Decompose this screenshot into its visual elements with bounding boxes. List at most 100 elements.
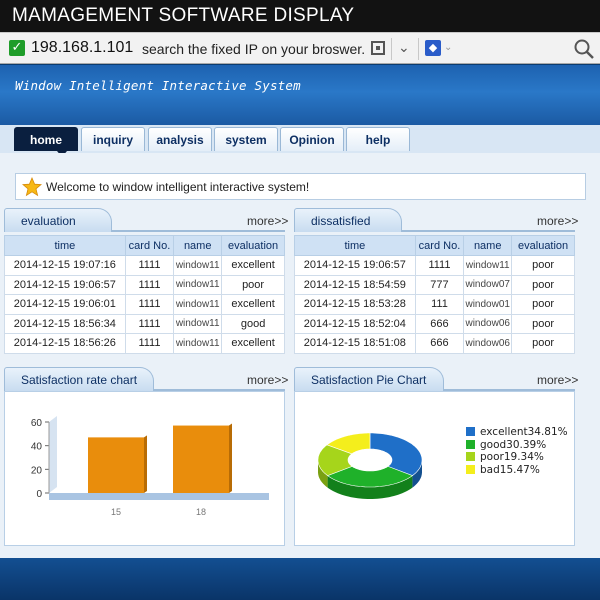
tab-opinion[interactable]: Opinion xyxy=(280,127,344,151)
column-header-evaluation[interactable]: evaluation xyxy=(221,235,285,256)
cell-time: 2014-12-15 19:06:01 xyxy=(4,294,126,315)
legend-swatch xyxy=(466,464,475,474)
cell-name: window11 xyxy=(173,294,223,315)
cell-evaluation: excellent xyxy=(221,294,285,315)
table-row[interactable]: 2014-12-15 19:06:57 1111 window11 poor xyxy=(294,255,575,276)
column-header-evaluation[interactable]: evaluation xyxy=(511,235,575,256)
column-header-time[interactable]: time xyxy=(294,235,416,256)
cell-evaluation: poor xyxy=(511,274,575,295)
cell-name: window06 xyxy=(463,313,513,334)
pie-chart-more-link[interactable]: more>> xyxy=(537,373,578,387)
column-header-time[interactable]: time xyxy=(4,235,126,256)
star-icon xyxy=(22,177,42,197)
chevron-down-icon[interactable]: ⌄ xyxy=(398,40,410,56)
cell-card-no: 111 xyxy=(414,294,465,315)
y-tick-label: 20 xyxy=(31,465,43,476)
dissatisfied-table: time card No. name evaluation 2014-12-15… xyxy=(294,235,575,354)
tab-home[interactable]: home xyxy=(14,127,78,157)
pie-legend: excellent34.81% good30.39% poor19.34% bad15… xyxy=(466,426,568,476)
tab-inquiry[interactable]: inquiry xyxy=(81,127,145,151)
cell-name: window11 xyxy=(173,333,223,354)
table-row[interactable]: 2014-12-15 18:56:26 1111 window11 excell… xyxy=(4,333,285,354)
evaluation-panel-title: evaluation xyxy=(4,208,112,232)
title-bar: MAMAGEMENT SOFTWARE DISPLAY xyxy=(0,0,600,32)
pie-chart-panel-title: Satisfaction Pie Chart xyxy=(294,367,444,391)
table-row[interactable]: 2014-12-15 18:56:34 1111 window11 good xyxy=(4,313,285,334)
tab-help[interactable]: help xyxy=(346,127,410,151)
address-divider xyxy=(418,38,419,60)
table-row[interactable]: 2014-12-15 18:51:08 666 window06 poor xyxy=(294,333,575,354)
cell-card-no: 1111 xyxy=(124,255,175,276)
legend-item: good30.39% xyxy=(466,439,568,452)
cell-card-no: 1111 xyxy=(124,313,175,334)
chart-wall xyxy=(49,416,57,493)
legend-label: excellent34.81% xyxy=(480,426,568,438)
cell-time: 2014-12-15 19:06:57 xyxy=(4,274,126,295)
cell-card-no: 1111 xyxy=(124,333,175,354)
cell-time: 2014-12-15 18:53:28 xyxy=(294,294,416,315)
cell-evaluation: poor xyxy=(221,274,285,295)
legend-item: poor19.34% xyxy=(466,451,568,464)
address-bar[interactable]: ✓ 198.168.1.101 search the fixed IP on y… xyxy=(0,32,600,64)
bar xyxy=(88,437,144,493)
url-hint-text: search the fixed IP on your broswer. xyxy=(142,41,366,57)
table-row[interactable]: 2014-12-15 18:54:59 777 window07 poor xyxy=(294,274,575,295)
evaluation-more-link[interactable]: more>> xyxy=(247,214,288,228)
pie-chart-panel-header: Satisfaction Pie Chart more>> xyxy=(294,367,578,391)
y-tick-label: 60 xyxy=(31,418,43,429)
column-header-card-no[interactable]: card No. xyxy=(414,235,465,256)
chart-floor xyxy=(49,493,269,500)
chevron-down-icon[interactable]: ⌄ xyxy=(444,42,452,53)
evaluation-table: time card No. name evaluation 2014-12-15… xyxy=(4,235,285,354)
welcome-banner: Welcome to window intelligent interactiv… xyxy=(15,173,586,200)
cell-card-no: 1111 xyxy=(124,274,175,295)
footer-band xyxy=(0,558,600,600)
cell-time: 2014-12-15 18:56:26 xyxy=(4,333,126,354)
cell-evaluation: good xyxy=(221,313,285,334)
paw-icon[interactable]: ◆ xyxy=(425,40,441,56)
cell-card-no: 1111 xyxy=(124,294,175,315)
cell-name: window11 xyxy=(173,255,223,276)
legend-swatch xyxy=(466,439,475,449)
cell-name: window11 xyxy=(173,274,223,295)
y-tick-label: 40 xyxy=(31,442,43,453)
tab-analysis[interactable]: analysis xyxy=(148,127,212,151)
cell-time: 2014-12-15 18:52:04 xyxy=(294,313,416,334)
table-row[interactable]: 2014-12-15 18:52:04 666 window06 poor xyxy=(294,313,575,334)
table-row[interactable]: 2014-12-15 18:53:28 111 window01 poor xyxy=(294,294,575,315)
search-icon[interactable] xyxy=(573,39,595,59)
url-text[interactable]: 198.168.1.101 xyxy=(31,39,133,57)
cell-card-no: 1111 xyxy=(414,255,465,276)
cell-name: window07 xyxy=(463,274,513,295)
bar-side xyxy=(229,423,232,493)
column-header-name[interactable]: name xyxy=(463,235,513,256)
column-header-name[interactable]: name xyxy=(173,235,223,256)
rate-chart-more-link[interactable]: more>> xyxy=(247,373,288,387)
dissatisfied-more-link[interactable]: more>> xyxy=(537,214,578,228)
legend-label: poor19.34% xyxy=(480,451,544,463)
satisfaction-bar-chart: 0 20 40 60 15 18 xyxy=(31,416,269,517)
rate-chart-panel-title: Satisfaction rate chart xyxy=(4,367,154,391)
x-tick-label: 15 xyxy=(111,507,121,517)
page-title: MAMAGEMENT SOFTWARE DISPLAY xyxy=(12,5,355,26)
cell-card-no: 777 xyxy=(414,274,465,295)
panel-header-line xyxy=(112,230,285,232)
bar-side xyxy=(144,435,147,493)
legend-swatch xyxy=(466,427,475,436)
cell-evaluation: poor xyxy=(511,333,575,354)
secure-check-icon: ✓ xyxy=(9,40,25,56)
cell-evaluation: poor xyxy=(511,294,575,315)
qr-code-icon[interactable] xyxy=(371,41,385,55)
table-row[interactable]: 2014-12-15 19:07:16 1111 window11 excell… xyxy=(4,255,285,276)
cell-name: window11 xyxy=(173,313,223,334)
column-header-card-no[interactable]: card No. xyxy=(124,235,175,256)
table-row[interactable]: 2014-12-15 19:06:01 1111 window11 excell… xyxy=(4,294,285,315)
cell-time: 2014-12-15 18:56:34 xyxy=(4,313,126,334)
cell-name: window01 xyxy=(463,294,513,315)
y-tick-label: 0 xyxy=(36,489,42,500)
cell-evaluation: poor xyxy=(511,255,575,276)
address-divider xyxy=(391,38,392,60)
cell-evaluation: excellent xyxy=(221,333,285,354)
tab-system[interactable]: system xyxy=(214,127,278,151)
table-row[interactable]: 2014-12-15 19:06:57 1111 window11 poor xyxy=(4,274,285,295)
